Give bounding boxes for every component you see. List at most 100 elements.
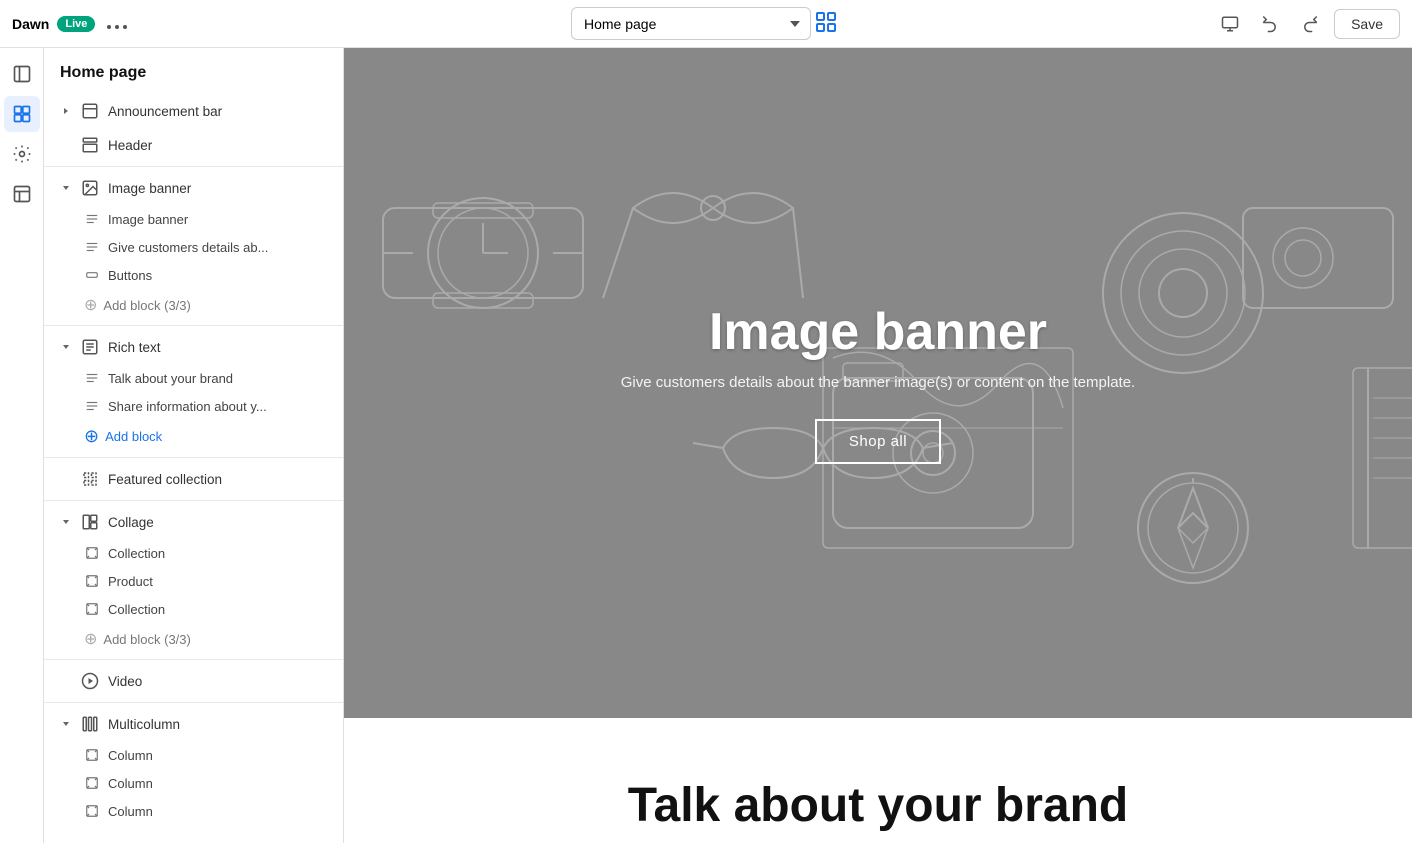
button-icon: [84, 267, 100, 283]
nav-pages-icon[interactable]: [4, 56, 40, 92]
frame-icon-2: [84, 573, 100, 589]
sidebar-item-collage[interactable]: Collage: [44, 505, 343, 539]
child-give-customers[interactable]: Give customers details ab...: [44, 233, 343, 261]
sidebar-item-announcement-bar[interactable]: Announcement bar: [44, 94, 343, 128]
featured-collection-label: Featured collection: [108, 472, 327, 487]
sidebar-item-featured-collection[interactable]: Featured collection: [44, 462, 343, 496]
text-icon-2: [84, 370, 100, 386]
sidebar: Home page Announcement bar Header: [44, 48, 344, 843]
desktop-icon: [1221, 15, 1239, 33]
collage-label: Collage: [108, 515, 327, 530]
child-image-banner-text-label: Image banner: [108, 212, 188, 227]
divider-5: [44, 659, 343, 660]
banner-shop-all-button[interactable]: Shop all: [815, 419, 941, 464]
frame-icon-3: [84, 601, 100, 617]
divider-1: [44, 166, 343, 167]
frame-icon-5: [84, 775, 100, 791]
add-block-image-banner-label: Add block (3/3): [103, 298, 190, 313]
nav-theme-icon[interactable]: [4, 136, 40, 172]
lines-icon-2: [84, 398, 100, 414]
add-block-rich-text-label: Add block: [105, 429, 162, 444]
child-multicolumn-column-1[interactable]: Column: [44, 741, 343, 769]
page-selector[interactable]: Home page: [571, 7, 811, 40]
announcement-bar-icon: [80, 101, 100, 121]
child-multicolumn-column-3-label: Column: [108, 804, 153, 819]
main-area: Home page Announcement bar Header: [0, 48, 1412, 843]
banner-title: Image banner: [621, 302, 1135, 362]
announcement-bar-toggle: [60, 105, 72, 117]
image-banner-icon: [80, 178, 100, 198]
more-options-button[interactable]: [103, 9, 131, 38]
selection-mode-button[interactable]: [811, 7, 841, 40]
topbar-right: Save: [1059, 8, 1400, 40]
child-collage-product[interactable]: Product: [44, 567, 343, 595]
live-badge: Live: [57, 16, 95, 32]
child-talk-brand[interactable]: Talk about your brand: [44, 364, 343, 392]
child-buttons[interactable]: Buttons: [44, 261, 343, 289]
text-icon: [84, 211, 100, 227]
blocks-icon: [12, 184, 32, 204]
sections-icon: [12, 104, 32, 124]
sidebar-item-header[interactable]: Header: [44, 128, 343, 162]
child-talk-brand-label: Talk about your brand: [108, 371, 233, 386]
child-share-info-label: Share information about y...: [108, 399, 267, 414]
redo-icon: [1301, 15, 1319, 33]
add-block-image-banner[interactable]: ⊕ Add block (3/3): [44, 289, 343, 321]
sidebar-item-multicolumn[interactable]: Multicolumn: [44, 707, 343, 741]
sidebar-title: Home page: [44, 48, 343, 94]
rich-text-toggle: [60, 341, 72, 353]
child-collage-collection-2-label: Collection: [108, 602, 165, 617]
child-multicolumn-column-3[interactable]: Column: [44, 797, 343, 825]
selection-icon: [815, 11, 837, 33]
pages-icon: [12, 64, 32, 84]
child-collage-collection-1[interactable]: Collection: [44, 539, 343, 567]
video-icon: [80, 671, 100, 691]
topbar-center: Home page: [365, 7, 1047, 40]
desktop-preview-button[interactable]: [1214, 8, 1246, 40]
nav-blocks-icon[interactable]: [4, 176, 40, 212]
sidebar-item-rich-text[interactable]: Rich text: [44, 330, 343, 364]
talk-section: Talk about your brand: [344, 718, 1412, 843]
banner-content: Image banner Give customers details abou…: [601, 282, 1155, 484]
child-image-banner-text[interactable]: Image banner: [44, 205, 343, 233]
image-banner-toggle: [60, 182, 72, 194]
icon-nav: [0, 48, 44, 843]
child-collage-collection-1-label: Collection: [108, 546, 165, 561]
add-block-collage[interactable]: ⊕ Add block (3/3): [44, 623, 343, 655]
collage-toggle: [60, 516, 72, 528]
divider-4: [44, 500, 343, 501]
banner-subtitle: Give customers details about the banner …: [621, 374, 1135, 391]
child-multicolumn-column-2[interactable]: Column: [44, 769, 343, 797]
featured-collection-icon: [80, 469, 100, 489]
rich-text-icon: [80, 337, 100, 357]
talk-title: Talk about your brand: [364, 778, 1392, 833]
lines-icon-1: [84, 239, 100, 255]
undo-button[interactable]: [1254, 8, 1286, 40]
sidebar-item-image-banner[interactable]: Image banner: [44, 171, 343, 205]
child-multicolumn-column-2-label: Column: [108, 776, 153, 791]
child-share-info[interactable]: Share information about y...: [44, 392, 343, 420]
add-block-collage-icon: ⊕: [84, 629, 97, 649]
frame-icon-1: [84, 545, 100, 561]
banner-section: Image banner Give customers details abou…: [344, 48, 1412, 718]
divider-2: [44, 325, 343, 326]
sidebar-item-video[interactable]: Video: [44, 664, 343, 698]
add-block-rich-text[interactable]: ⊕ Add block: [44, 420, 343, 453]
divider-6: [44, 702, 343, 703]
multicolumn-icon: [80, 714, 100, 734]
multicolumn-label: Multicolumn: [108, 717, 327, 732]
frame-icon-4: [84, 747, 100, 763]
store-name: Dawn: [12, 16, 49, 32]
child-buttons-label: Buttons: [108, 268, 152, 283]
save-button[interactable]: Save: [1334, 9, 1400, 39]
divider-3: [44, 457, 343, 458]
collage-icon: [80, 512, 100, 532]
nav-sections-icon[interactable]: [4, 96, 40, 132]
header-icon: [80, 135, 100, 155]
add-block-image-banner-icon: ⊕: [84, 295, 97, 315]
redo-button[interactable]: [1294, 8, 1326, 40]
child-collage-collection-2[interactable]: Collection: [44, 595, 343, 623]
child-multicolumn-column-1-label: Column: [108, 748, 153, 763]
rich-text-label: Rich text: [108, 340, 327, 355]
topbar-left: Dawn Live: [12, 9, 353, 38]
